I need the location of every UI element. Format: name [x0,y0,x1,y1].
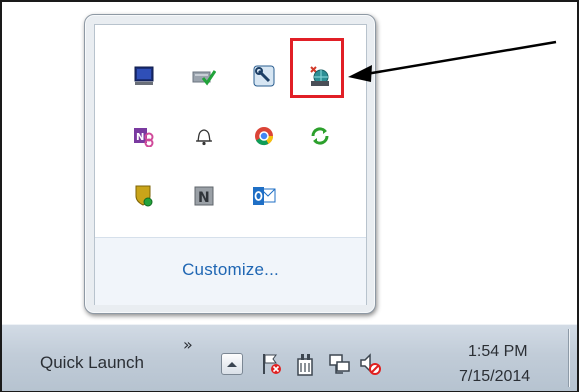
annotation-arrow [348,40,557,82]
action-center-flag-icon[interactable] [259,351,285,377]
onenote-clip-icon[interactable]: N [129,121,159,151]
display-monitor-icon[interactable] [129,61,159,91]
highlight-box [290,38,344,98]
taskbar: Quick Launch » 1:54 PM 7/15/2014 [2,324,577,391]
security-shield-icon[interactable] [129,181,159,211]
quick-launch-chevron[interactable]: » [183,335,193,354]
power-plug-icon[interactable] [293,351,319,377]
customize-link[interactable]: Customize... [95,260,366,280]
clock-date[interactable]: 7/15/2014 [459,368,530,386]
quick-launch-label[interactable]: Quick Launch [40,353,144,373]
svg-text:N: N [136,132,144,143]
clock-time[interactable]: 1:54 PM [468,343,528,361]
taskbar-divider [568,329,569,387]
bell-notification-icon[interactable] [189,121,219,151]
sync-arrows-icon[interactable] [305,121,335,151]
card-reader-check-icon[interactable] [189,61,219,91]
network-icon[interactable] [327,351,353,377]
chevron-up-icon [227,362,237,367]
n-letter-app-icon[interactable]: N [189,181,219,211]
chrome-icon[interactable] [249,121,279,151]
screenshot-frame: N N Customize... Quick Launch » 1:54 PM … [0,0,579,392]
svg-text:N: N [198,190,210,206]
customize-area: Customize... [95,237,366,305]
show-hidden-icons-button[interactable] [221,353,243,375]
wrench-tool-icon[interactable] [249,61,279,91]
outlook-icon[interactable] [249,181,279,211]
volume-muted-icon[interactable] [358,351,384,377]
